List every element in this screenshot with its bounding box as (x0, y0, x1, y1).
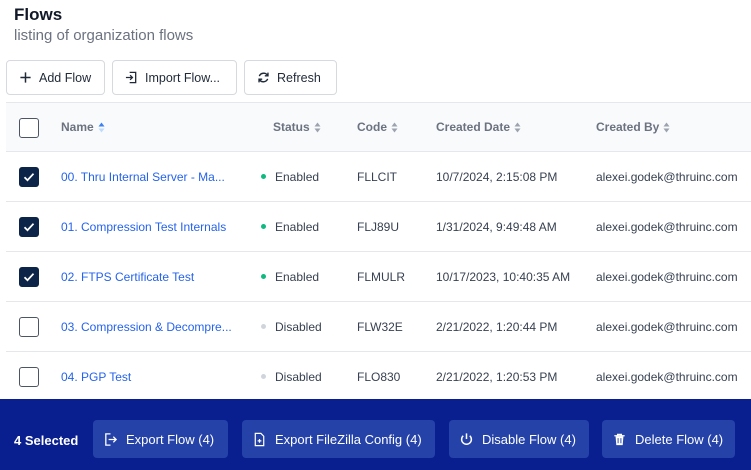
created-date-cell: 2/21/2022, 1:20:53 PM (436, 369, 558, 384)
delete-flow-button[interactable]: Delete Flow (4) (602, 420, 735, 458)
bulk-action-bar: 4 Selected Export Flow (4) Export FileZi… (0, 399, 751, 470)
sort-icon (391, 122, 398, 132)
export-flow-button[interactable]: Export Flow (4) (93, 420, 228, 458)
created-by-cell: alexei.godek@thruinc.com (596, 219, 738, 234)
created-date-cell: 10/17/2023, 10:40:35 AM (436, 269, 571, 284)
trash-icon (614, 433, 625, 445)
status-dot (261, 274, 266, 279)
export-icon (105, 432, 118, 446)
status-dot (261, 324, 266, 329)
code-cell: FLW32E (357, 319, 403, 334)
flows-table: Name Status Code Created Date Created By… (6, 102, 751, 402)
table-row[interactable]: 02. FTPS Certificate Test Enabled FLMULR… (6, 252, 751, 302)
check-icon (23, 173, 35, 182)
created-date-cell: 1/31/2024, 9:49:48 AM (436, 219, 557, 234)
disable-flow-button[interactable]: Disable Flow (4) (449, 420, 589, 458)
status-cell: Enabled (261, 252, 319, 301)
import-flow-button[interactable]: Import Flow... (112, 60, 237, 95)
flow-name-link[interactable]: 04. PGP Test (61, 352, 131, 401)
column-header-status[interactable]: Status (273, 103, 321, 151)
status-dot (261, 174, 266, 179)
disable-flow-label: Disable Flow (4) (482, 431, 576, 447)
table-row[interactable]: 04. PGP Test Disabled FLO830 2/21/2022, … (6, 352, 751, 402)
plus-icon (20, 72, 31, 83)
code-cell: FLMULR (357, 269, 406, 284)
selected-count: 4 Selected (14, 432, 79, 448)
row-checkbox[interactable] (19, 317, 39, 337)
column-header-name[interactable]: Name (61, 103, 105, 151)
created-by-cell: alexei.godek@thruinc.com (596, 169, 738, 184)
table-row[interactable]: 00. Thru Internal Server - Ma... Enabled… (6, 152, 751, 202)
table-header: Name Status Code Created Date Created By (6, 102, 751, 152)
row-checkbox[interactable] (19, 367, 39, 387)
created-by-cell: alexei.godek@thruinc.com (596, 319, 738, 334)
status-cell: Enabled (261, 202, 319, 251)
refresh-button[interactable]: Refresh (244, 60, 337, 95)
status-cell: Enabled (261, 152, 319, 201)
flow-name-link[interactable]: 02. FTPS Certificate Test (61, 252, 194, 301)
sort-icon (314, 122, 321, 132)
code-cell: FLJ89U (357, 219, 400, 234)
delete-flow-label: Delete Flow (4) (635, 431, 724, 447)
created-date-cell: 2/21/2022, 1:20:44 PM (436, 319, 558, 334)
refresh-label: Refresh (277, 70, 321, 85)
export-filezilla-config-button[interactable]: Export FileZilla Config (4) (242, 420, 435, 458)
table-row[interactable]: 01. Compression Test Internals Enabled F… (6, 202, 751, 252)
column-header-code[interactable]: Code (357, 103, 398, 151)
column-header-created-by[interactable]: Created By (596, 103, 670, 151)
import-flow-label: Import Flow... (145, 70, 221, 85)
select-all-checkbox[interactable] (19, 118, 39, 138)
sort-icon (663, 122, 670, 132)
page-subtitle: listing of organization flows (14, 27, 194, 44)
row-checkbox[interactable] (19, 217, 39, 237)
column-header-created-date[interactable]: Created Date (436, 103, 521, 151)
code-cell: FLLCIT (357, 169, 398, 184)
created-date-cell: 10/7/2024, 2:15:08 PM (436, 169, 558, 184)
status-cell: Disabled (261, 302, 322, 351)
table-row[interactable]: 03. Compression & Decompre... Disabled F… (6, 302, 751, 352)
flow-name-link[interactable]: 03. Compression & Decompre... (61, 302, 232, 351)
check-icon (23, 223, 35, 232)
import-icon (125, 71, 137, 84)
row-checkbox[interactable] (19, 267, 39, 287)
created-by-cell: alexei.godek@thruinc.com (596, 269, 738, 284)
check-icon (23, 273, 35, 282)
created-by-cell: alexei.godek@thruinc.com (596, 369, 738, 384)
add-flow-button[interactable]: Add Flow (6, 60, 105, 95)
flow-name-link[interactable]: 00. Thru Internal Server - Ma... (61, 152, 225, 201)
flow-name-link[interactable]: 01. Compression Test Internals (61, 202, 226, 251)
page-title: Flows (14, 5, 63, 24)
export-filezilla-label: Export FileZilla Config (4) (275, 431, 422, 447)
add-flow-label: Add Flow (39, 70, 92, 85)
row-checkbox[interactable] (19, 167, 39, 187)
page-header: Flows listing of organization flows (14, 5, 193, 46)
code-cell: FLO830 (357, 369, 401, 384)
refresh-icon (258, 72, 269, 83)
status-dot (261, 224, 266, 229)
sort-asc-icon (98, 122, 105, 132)
status-dot (261, 374, 266, 379)
file-icon (254, 432, 265, 446)
sort-icon (514, 122, 521, 132)
export-flow-label: Export Flow (4) (126, 431, 215, 447)
power-icon (460, 432, 473, 445)
status-cell: Disabled (261, 352, 322, 401)
